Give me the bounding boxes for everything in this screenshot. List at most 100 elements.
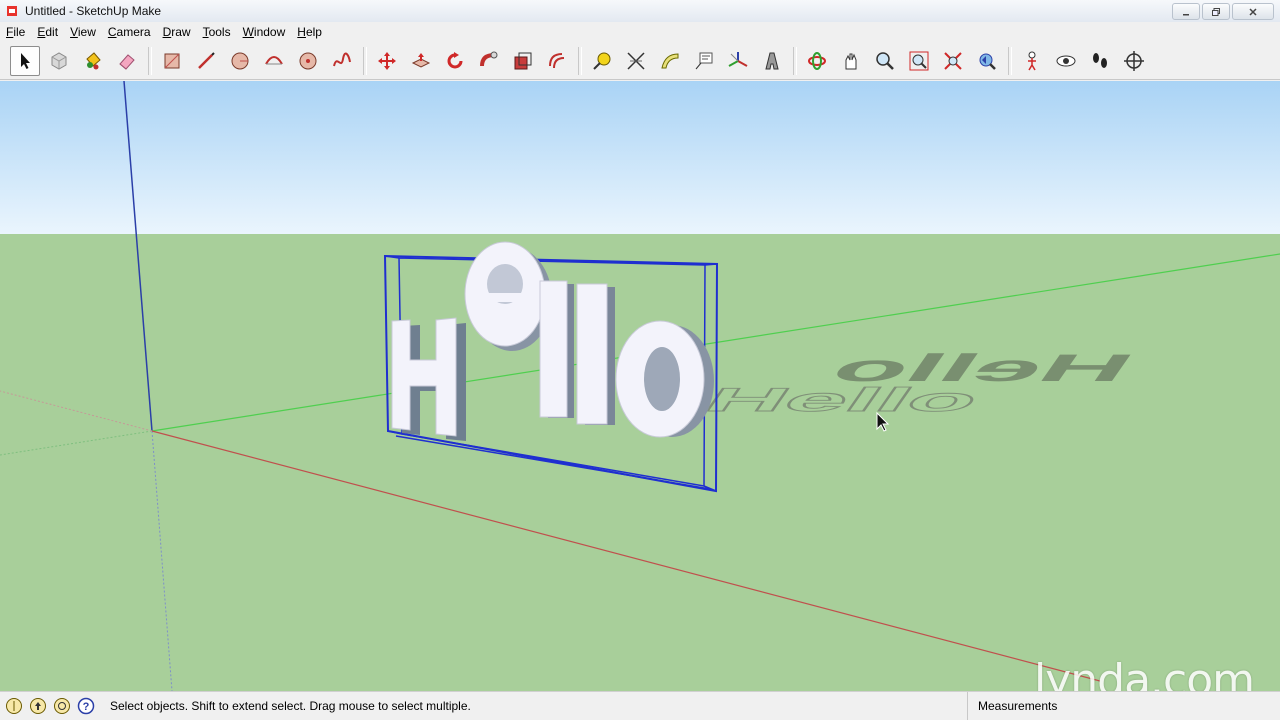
zoom-window-button[interactable] <box>904 46 934 76</box>
orbit-button[interactable] <box>802 46 832 76</box>
window-controls <box>1172 3 1274 20</box>
menu-edit[interactable]: Edit <box>31 25 64 39</box>
menu-help[interactable]: Help <box>291 25 328 39</box>
paint-bucket-button[interactable] <box>78 46 108 76</box>
credits-icon <box>30 698 46 714</box>
measurements-box[interactable]: Measurements <box>967 692 1280 720</box>
axes-button[interactable] <box>723 46 753 76</box>
close-button[interactable] <box>1232 3 1274 20</box>
text-shadow-outline: Hello <box>694 380 991 419</box>
scale-icon <box>514 52 532 69</box>
push-pull-icon <box>411 52 431 68</box>
protractor-button[interactable] <box>655 46 685 76</box>
letter-l-1 <box>539 280 574 418</box>
ground <box>0 234 1280 691</box>
freehand-button[interactable] <box>327 46 357 76</box>
circle-button[interactable] <box>225 46 255 76</box>
toolbar-separator <box>363 46 367 75</box>
restore-icon <box>1212 7 1220 16</box>
text-icon <box>695 52 713 69</box>
help-button[interactable]: ? <box>76 696 96 716</box>
arc-icon <box>265 55 283 65</box>
text-button[interactable] <box>689 46 719 76</box>
menu-view[interactable]: View <box>64 25 102 39</box>
zoom-extents-button[interactable] <box>938 46 968 76</box>
dimension-button[interactable] <box>621 46 651 76</box>
walk-button[interactable] <box>1085 46 1115 76</box>
minimize-icon <box>1183 13 1189 15</box>
close-icon <box>1249 7 1257 16</box>
position-camera-button[interactable] <box>1017 46 1047 76</box>
pan-icon <box>845 53 857 69</box>
section-plane-button[interactable] <box>1119 46 1149 76</box>
line-icon <box>198 51 215 69</box>
offset-icon <box>549 52 565 68</box>
make-component-button[interactable] <box>44 46 74 76</box>
geo-location-icon <box>6 698 22 714</box>
position-camera-icon <box>1028 51 1036 70</box>
toolbar-separator <box>793 46 797 75</box>
rotate-button[interactable] <box>440 46 470 76</box>
arc-button[interactable] <box>259 46 289 76</box>
push-pull-button[interactable] <box>406 46 436 76</box>
move-button[interactable] <box>372 46 402 76</box>
zoom-button[interactable] <box>870 46 900 76</box>
status-message: Select objects. Shift to extend select. … <box>110 699 471 713</box>
circle-icon <box>231 52 249 69</box>
previous-view-button[interactable] <box>972 46 1002 76</box>
look-around-icon <box>1056 55 1076 66</box>
dimension-icon <box>627 51 645 70</box>
paint-bucket-icon <box>86 51 101 69</box>
scene-canvas[interactable]: Hello Hello <box>0 81 1280 691</box>
toolbar-separator <box>148 46 152 75</box>
svg-text:?: ? <box>83 701 90 713</box>
select-tool-button[interactable] <box>10 45 40 76</box>
menu-file[interactable]: File <box>0 25 31 39</box>
toolbar-separator <box>1008 46 1012 75</box>
menu-camera[interactable]: Camera <box>102 25 157 39</box>
title-bar: Untitled - SketchUp Make <box>0 0 1280 22</box>
geo-location-button[interactable] <box>4 696 24 716</box>
tape-measure-icon <box>593 52 611 70</box>
rectangle-icon <box>164 53 180 68</box>
window-title: Untitled - SketchUp Make <box>25 4 162 18</box>
status-bar: ? Select objects. Shift to extend select… <box>0 691 1280 720</box>
menu-draw[interactable]: Draw <box>157 25 197 39</box>
tape-measure-button[interactable] <box>587 46 617 76</box>
zoom-extents-icon <box>944 51 962 70</box>
line-button[interactable] <box>191 46 221 76</box>
rotate-icon <box>447 51 463 68</box>
look-around-button[interactable] <box>1051 46 1081 76</box>
offset-button[interactable] <box>542 46 572 76</box>
menu-tools[interactable]: Tools <box>197 25 237 39</box>
protractor-icon <box>661 52 679 68</box>
orbit-icon <box>808 51 826 70</box>
user-icon <box>54 698 70 714</box>
credits-button[interactable] <box>28 696 48 716</box>
svg-text:Hello: Hello <box>695 381 990 418</box>
scale-button[interactable] <box>508 46 538 76</box>
walk-icon <box>1093 52 1107 68</box>
modeling-viewport[interactable]: Hello Hello <box>0 81 1280 691</box>
previous-view-icon <box>979 53 996 70</box>
select-icon <box>21 52 30 69</box>
sky <box>0 81 1280 234</box>
follow-me-button[interactable] <box>474 46 504 76</box>
maximize-button[interactable] <box>1202 3 1230 20</box>
letter-l-2 <box>576 283 615 425</box>
help-icon: ? <box>77 697 95 715</box>
polygon-icon <box>299 52 317 69</box>
user-button[interactable] <box>52 696 72 716</box>
minimize-button[interactable] <box>1172 3 1200 20</box>
zoom-icon <box>876 51 894 70</box>
rectangle-button[interactable] <box>157 46 187 76</box>
polygon-button[interactable] <box>293 46 323 76</box>
3d-text-button[interactable] <box>757 46 787 76</box>
freehand-icon <box>333 52 351 66</box>
pan-button[interactable] <box>836 46 866 76</box>
eraser-button[interactable] <box>112 46 142 76</box>
3d-text-icon <box>765 52 779 69</box>
axes-icon <box>728 51 748 67</box>
make-component-icon <box>51 51 67 70</box>
menu-window[interactable]: Window <box>237 25 292 39</box>
